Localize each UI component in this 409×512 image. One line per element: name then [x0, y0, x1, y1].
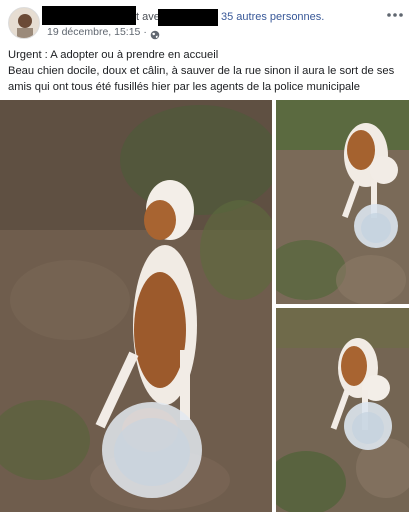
author-text-fragment: t ave [136, 11, 160, 23]
more-options-icon[interactable] [385, 8, 405, 20]
globe-icon[interactable] [150, 27, 160, 40]
avatar[interactable] [8, 7, 40, 39]
post-body-line: Beau chien docile, doux et câlin, à sauv… [8, 65, 395, 77]
post-body-line: Urgent : A adopter ou à prendre en accue… [8, 49, 219, 61]
photo-dog-bottom-right[interactable] [276, 308, 409, 512]
post-body: Urgent : A adopter ou à prendre en accue… [8, 47, 404, 95]
post-header: t ave 35 autres personnes. 19 décembre, … [0, 0, 409, 44]
photo-dog-top-right[interactable] [276, 100, 409, 304]
redaction-bar-tagged [158, 9, 218, 26]
photo-dog-main[interactable] [0, 100, 272, 512]
redaction-bar-name [42, 6, 136, 25]
post-timestamp[interactable]: 19 décembre, 15:15 · [47, 26, 147, 39]
post-body-line: amis qui ont tous été fusillés hier par … [8, 81, 360, 93]
photo-grid [0, 100, 409, 512]
tagged-others-link[interactable]: 35 autres personnes. [221, 10, 324, 24]
